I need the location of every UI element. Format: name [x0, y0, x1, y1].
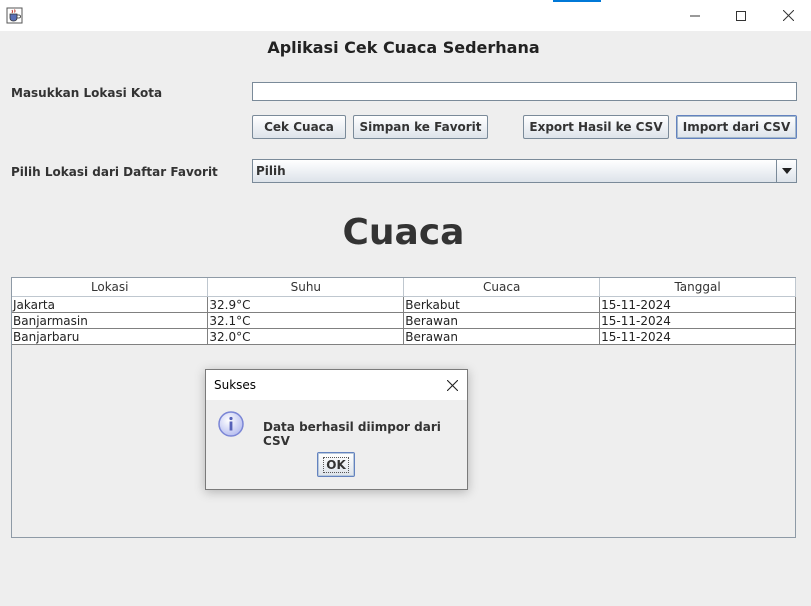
app-title: Aplikasi Cek Cuaca Sederhana — [267, 38, 540, 57]
export-csv-button[interactable]: Export Hasil ke CSV — [523, 115, 669, 139]
ok-button[interactable]: OK — [317, 452, 355, 477]
table-cell[interactable]: 32.0°C — [207, 328, 405, 345]
table-row[interactable]: Jakarta 32.9°C Berkabut 15-11-2024 — [12, 296, 796, 313]
favorite-label: Pilih Lokasi dari Daftar Favorit — [11, 165, 218, 179]
table-cell[interactable]: Banjarbaru — [12, 328, 209, 345]
dialog-close-button[interactable] — [441, 375, 463, 395]
column-header-cuaca[interactable]: Cuaca — [403, 278, 601, 297]
window-titlebar — [0, 0, 811, 31]
dialog-message: Data berhasil diimpor dari CSV — [263, 420, 441, 448]
maximize-button[interactable] — [718, 0, 764, 31]
column-header-tanggal[interactable]: Tanggal — [599, 278, 796, 297]
save-favorite-button[interactable]: Simpan ke Favorit — [353, 115, 488, 139]
maximize-icon — [736, 10, 746, 21]
dialog-title: Sukses — [214, 378, 257, 392]
table-cell[interactable]: 15-11-2024 — [599, 328, 796, 345]
info-icon — [218, 411, 244, 437]
table-cell[interactable]: Banjarmasin — [12, 312, 209, 329]
weather-heading: Cuaca — [342, 212, 465, 253]
table-row[interactable]: Banjarmasin 32.1°C Berawan 15-11-2024 — [12, 312, 796, 329]
import-csv-button[interactable]: Import dari CSV — [676, 115, 797, 139]
table-cell[interactable]: 15-11-2024 — [599, 312, 796, 329]
accent-strip — [553, 0, 601, 2]
location-input[interactable] — [252, 82, 797, 101]
table-cell[interactable]: Jakarta — [12, 296, 209, 313]
favorite-select-value: Pilih — [256, 164, 286, 178]
ok-button-label: OK — [323, 456, 349, 473]
table-header-row: Lokasi Suhu Cuaca Tanggal — [12, 278, 796, 297]
dropdown-arrow-button[interactable] — [776, 160, 796, 182]
close-icon — [782, 10, 794, 21]
column-header-suhu[interactable]: Suhu — [207, 278, 405, 297]
weather-table: Lokasi Suhu Cuaca Tanggal Jakarta 32.9°C… — [12, 278, 796, 345]
favorite-select[interactable]: Pilih — [252, 159, 797, 183]
table-row[interactable]: Banjarbaru 32.0°C Berawan 15-11-2024 — [12, 328, 796, 345]
table-cell[interactable]: Berawan — [403, 312, 601, 329]
table-cell[interactable]: 32.1°C — [207, 312, 405, 329]
check-weather-button[interactable]: Cek Cuaca — [252, 115, 346, 139]
table-cell[interactable]: Berkabut — [403, 296, 601, 313]
column-header-lokasi[interactable]: Lokasi — [12, 278, 209, 297]
minimize-button[interactable] — [672, 0, 718, 31]
close-icon — [446, 379, 458, 391]
success-dialog: Sukses Data berhasil diimpor dari CSV OK — [205, 369, 468, 490]
location-label: Masukkan Lokasi Kota — [11, 86, 163, 100]
table-cell[interactable]: 32.9°C — [207, 296, 405, 313]
minimize-icon — [690, 15, 700, 16]
dialog-titlebar[interactable]: Sukses — [206, 370, 467, 400]
table-cell[interactable]: 15-11-2024 — [599, 296, 796, 313]
close-button[interactable] — [765, 0, 811, 31]
chevron-down-icon — [781, 168, 792, 174]
java-cup-icon — [6, 7, 23, 24]
table-cell[interactable]: Berawan — [403, 328, 601, 345]
